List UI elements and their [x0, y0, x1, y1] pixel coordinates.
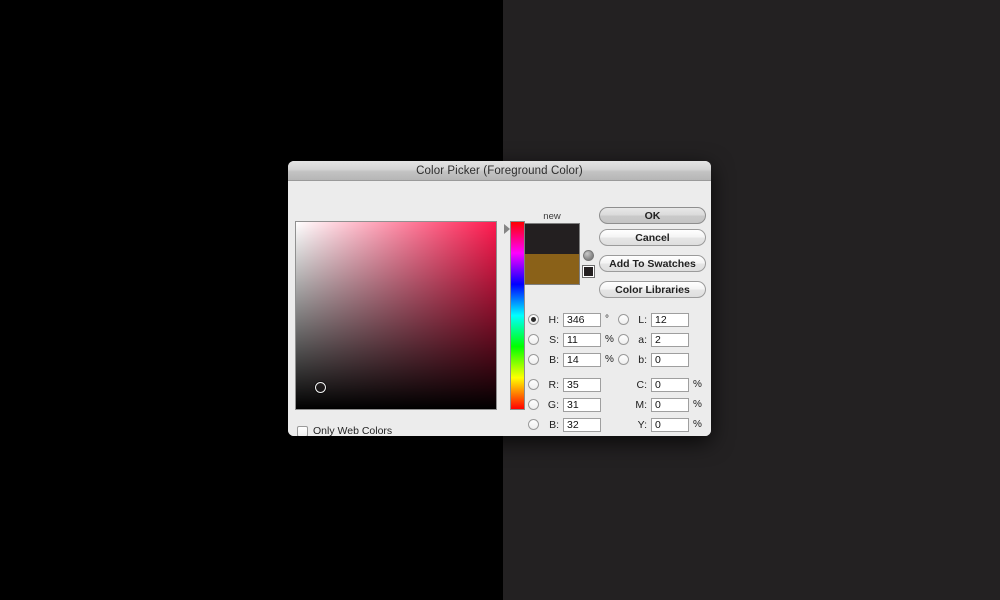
radio-g[interactable] — [528, 399, 539, 410]
label-y: Y: — [637, 418, 647, 431]
dialog-title: Color Picker (Foreground Color) — [416, 164, 583, 177]
input-b-blue[interactable]: 32 — [563, 417, 601, 432]
input-c[interactable]: 0 — [651, 377, 689, 392]
label-b-brightness: B: — [549, 353, 559, 366]
input-g[interactable]: 31 — [563, 397, 601, 412]
web-safe-alternate-swatch[interactable] — [582, 265, 595, 278]
hue-slider-bar[interactable] — [510, 221, 525, 410]
radio-a[interactable] — [618, 334, 629, 345]
label-l: L: — [638, 313, 647, 326]
label-m: M: — [635, 398, 647, 411]
dialog-titlebar[interactable]: Color Picker (Foreground Color) — [288, 161, 711, 181]
color-field-marker[interactable] — [315, 381, 326, 393]
lab-row-b[interactable]: b: 0 — [618, 352, 689, 367]
input-a[interactable]: 2 — [651, 332, 689, 347]
cmyk-row-m[interactable]: M: 0 % — [621, 397, 702, 412]
input-b-lab[interactable]: 0 — [651, 352, 689, 367]
radio-b-lab[interactable] — [618, 354, 629, 365]
ok-button[interactable]: OK — [599, 207, 706, 224]
unit-c: % — [693, 379, 702, 390]
cancel-button[interactable]: Cancel — [599, 229, 706, 246]
cmyk-row-c[interactable]: C: 0 % — [621, 377, 702, 392]
input-l[interactable]: 12 — [651, 312, 689, 327]
color-libraries-button[interactable]: Color Libraries — [599, 281, 706, 298]
input-s[interactable]: 11 — [563, 332, 601, 347]
only-web-colors-label: Only Web Colors — [313, 425, 393, 436]
label-r: R: — [548, 378, 560, 391]
hsb-row-s[interactable]: S: 11 % — [528, 332, 614, 347]
hue-slider-marker-left-icon[interactable] — [504, 224, 510, 234]
input-r[interactable]: 35 — [563, 377, 601, 392]
label-h: H: — [548, 313, 560, 326]
unit-y: % — [693, 419, 702, 430]
radio-b-brightness[interactable] — [528, 354, 539, 365]
input-m[interactable]: 0 — [651, 397, 689, 412]
web-safe-warning-icon[interactable] — [583, 250, 594, 261]
label-c: C: — [636, 378, 648, 391]
unit-s: % — [605, 334, 614, 345]
unit-b-brightness: % — [605, 354, 614, 365]
new-color-swatch[interactable] — [525, 224, 579, 254]
current-color-swatch[interactable] — [525, 254, 579, 284]
radio-b-blue[interactable] — [528, 419, 539, 430]
rgb-row-g[interactable]: G: 31 — [528, 397, 601, 412]
input-b-brightness[interactable]: 14 — [563, 352, 601, 367]
label-a: a: — [638, 333, 647, 346]
label-s: S: — [549, 333, 559, 346]
label-g: G: — [547, 398, 559, 411]
add-to-swatches-button[interactable]: Add To Swatches — [599, 255, 706, 272]
cmyk-row-y[interactable]: Y: 0 % — [621, 417, 702, 432]
color-picker-dialog: Color Picker (Foreground Color) new curr… — [288, 161, 711, 436]
label-b-blue: B: — [549, 418, 559, 431]
lab-row-a[interactable]: a: 2 — [618, 332, 689, 347]
unit-h: ° — [605, 314, 609, 325]
radio-l[interactable] — [618, 314, 629, 325]
input-h[interactable]: 346 — [563, 312, 601, 327]
input-y[interactable]: 0 — [651, 417, 689, 432]
unit-m: % — [693, 399, 702, 410]
radio-s[interactable] — [528, 334, 539, 345]
dialog-body: new current OK Cancel Add To Swatches Co… — [288, 181, 711, 436]
rgb-row-b[interactable]: B: 32 — [528, 417, 601, 432]
hsb-row-h[interactable]: H: 346 ° — [528, 312, 609, 327]
hsb-row-b[interactable]: B: 14 % — [528, 352, 614, 367]
screen: Color Picker (Foreground Color) new curr… — [0, 0, 1000, 600]
only-web-colors-option[interactable]: Only Web Colors — [297, 425, 392, 436]
rgb-row-r[interactable]: R: 35 — [528, 377, 601, 392]
label-b-lab: b: — [638, 353, 647, 366]
only-web-colors-checkbox[interactable] — [297, 425, 308, 436]
new-color-label: new — [543, 211, 561, 222]
radio-r[interactable] — [528, 379, 539, 390]
color-comparison-swatch[interactable] — [524, 223, 580, 285]
radio-h[interactable] — [528, 314, 539, 325]
lab-row-l[interactable]: L: 12 — [618, 312, 689, 327]
saturation-brightness-field[interactable] — [295, 221, 497, 410]
